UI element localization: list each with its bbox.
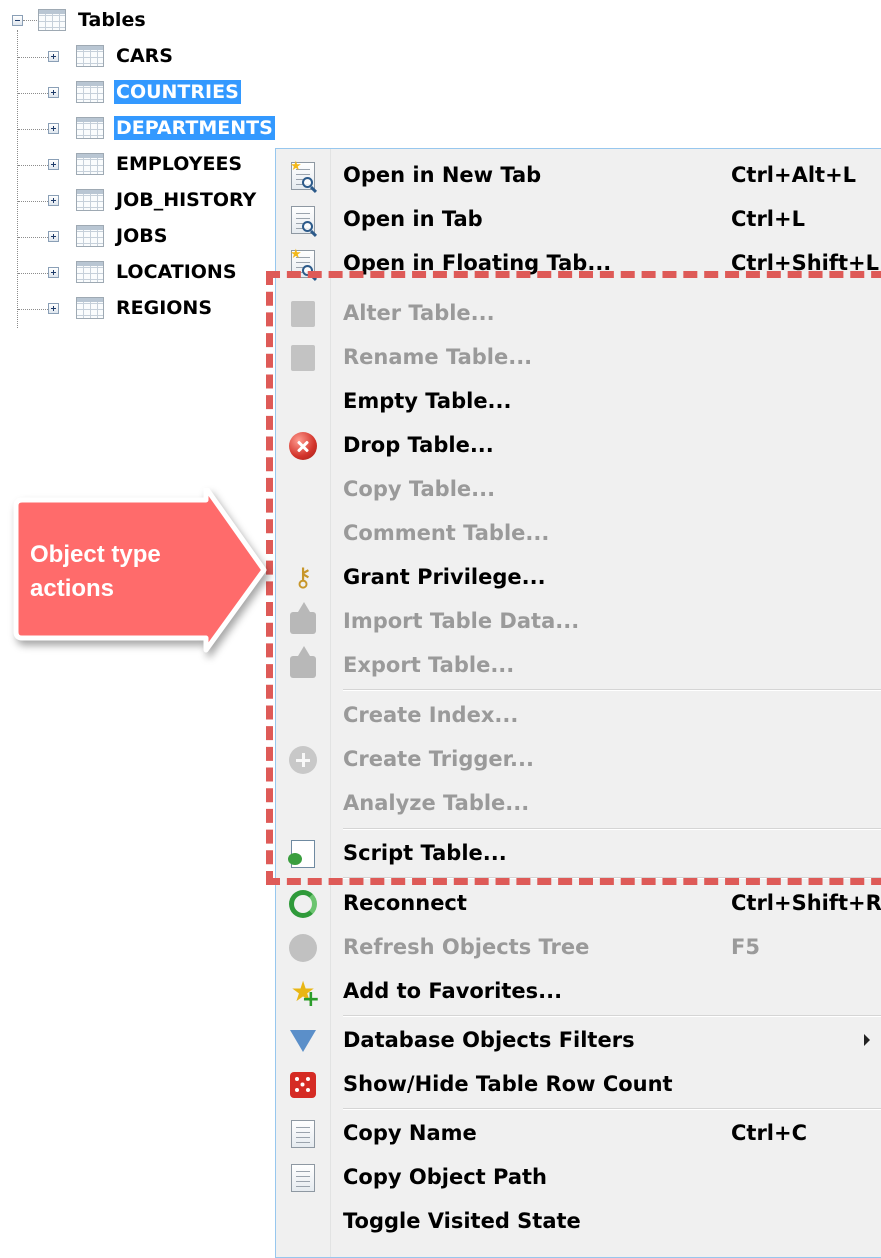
menu-item-open-in-tab[interactable]: Open in Tab Ctrl+L bbox=[276, 199, 881, 239]
tree-item-label: REGIONS bbox=[116, 297, 213, 319]
menu-item-copy-name[interactable]: Copy Name Ctrl+C bbox=[276, 1113, 881, 1153]
menu-item-shortcut: Ctrl+Shift+R bbox=[731, 891, 881, 915]
menu-item-label: Open in New Tab bbox=[343, 163, 542, 187]
menu-item-toggle-visited-state[interactable]: Toggle Visited State bbox=[276, 1201, 881, 1241]
menu-item-label: Toggle Visited State bbox=[343, 1209, 581, 1233]
annotation-text: Object type actions bbox=[30, 538, 230, 606]
tree-root-tables[interactable]: Tables bbox=[76, 8, 148, 32]
open-tab-icon bbox=[288, 205, 318, 235]
tree-connector bbox=[18, 237, 48, 238]
table-icon bbox=[76, 81, 104, 103]
dice-icon bbox=[288, 1070, 318, 1100]
menu-item-shortcut: Ctrl+C bbox=[731, 1121, 808, 1145]
tree-connector bbox=[18, 309, 48, 310]
table-icon bbox=[76, 261, 104, 283]
menu-item-reconnect[interactable]: Reconnect Ctrl+Shift+R bbox=[276, 883, 881, 923]
annotation-line-2: actions bbox=[30, 575, 115, 602]
tree-connector bbox=[18, 57, 48, 58]
expand-toggle[interactable] bbox=[48, 87, 59, 98]
menu-item-label: Copy Object Path bbox=[343, 1165, 547, 1189]
menu-item-add-to-favorites[interactable]: ★ Add to Favorites... bbox=[276, 971, 881, 1012]
reconnect-icon bbox=[288, 889, 318, 919]
object-actions-highlight-box bbox=[266, 271, 881, 885]
collapse-tables-toggle[interactable] bbox=[12, 15, 23, 26]
tree-item-label: JOB_HISTORY bbox=[116, 189, 257, 211]
refresh-icon bbox=[288, 933, 318, 963]
menu-item-label: Database Objects Filters bbox=[343, 1028, 635, 1052]
expand-toggle[interactable] bbox=[48, 303, 59, 314]
expand-toggle[interactable] bbox=[48, 231, 59, 242]
tree-item-label: DEPARTMENTS bbox=[114, 116, 275, 140]
menu-item-show-hide-row-count[interactable]: Show/Hide Table Row Count bbox=[276, 1064, 881, 1104]
menu-item-database-objects-filters[interactable]: Database Objects Filters bbox=[276, 1020, 881, 1060]
menu-item-label: Copy Name bbox=[343, 1121, 477, 1145]
tables-tree: Tables CARS COUNTRIES DEPARTMENTS EMPLOY… bbox=[0, 0, 300, 340]
tree-connector bbox=[18, 201, 48, 202]
table-icon bbox=[76, 153, 104, 175]
table-folder-icon bbox=[38, 9, 66, 31]
menu-item-label: Open in Tab bbox=[343, 207, 483, 231]
tree-connector bbox=[18, 93, 48, 94]
table-icon bbox=[76, 117, 104, 139]
tree-connector bbox=[18, 273, 48, 274]
tree-connector bbox=[18, 165, 48, 166]
submenu-arrow-icon bbox=[864, 1034, 870, 1046]
menu-item-label: Reconnect bbox=[343, 891, 467, 915]
tree-item-label: JOBS bbox=[116, 225, 168, 247]
menu-item-shortcut: Ctrl+Alt+L bbox=[731, 163, 857, 187]
menu-item-open-in-new-tab[interactable]: ★ Open in New Tab Ctrl+Alt+L bbox=[276, 155, 881, 195]
expand-toggle[interactable] bbox=[48, 195, 59, 206]
menu-item-label: Add to Favorites... bbox=[343, 979, 563, 1003]
tree-item-label: CARS bbox=[116, 45, 173, 67]
table-icon bbox=[76, 297, 104, 319]
tree-connector bbox=[18, 129, 48, 130]
menu-item-label: Show/Hide Table Row Count bbox=[343, 1072, 673, 1096]
tree-item-label: COUNTRIES bbox=[114, 80, 241, 104]
annotation-line-1: Object type bbox=[30, 541, 161, 568]
tree-item-label: EMPLOYEES bbox=[116, 153, 243, 175]
table-icon bbox=[76, 225, 104, 247]
menu-item-label: Refresh Objects Tree bbox=[343, 935, 590, 959]
tree-connector bbox=[23, 20, 37, 21]
table-icon bbox=[76, 189, 104, 211]
expand-toggle[interactable] bbox=[48, 51, 59, 62]
menu-item-refresh-objects-tree[interactable]: Refresh Objects Tree F5 bbox=[276, 927, 881, 967]
open-new-tab-icon: ★ bbox=[288, 160, 318, 191]
menu-item-shortcut: Ctrl+L bbox=[731, 207, 805, 231]
menu-item-shortcut: F5 bbox=[731, 935, 760, 959]
copy-path-icon bbox=[288, 1163, 318, 1193]
menu-item-copy-object-path[interactable]: Copy Object Path bbox=[276, 1157, 881, 1197]
tree-item-label: LOCATIONS bbox=[116, 261, 237, 283]
tree-guide-line bbox=[17, 30, 18, 328]
copy-name-icon bbox=[288, 1119, 318, 1149]
expand-toggle[interactable] bbox=[48, 267, 59, 278]
menu-separator bbox=[343, 1108, 881, 1110]
menu-separator bbox=[343, 1015, 881, 1017]
expand-toggle[interactable] bbox=[48, 159, 59, 170]
add-favorites-icon: ★ bbox=[288, 977, 320, 1012]
table-icon bbox=[76, 45, 104, 67]
expand-toggle[interactable] bbox=[48, 123, 59, 134]
filter-icon bbox=[288, 1026, 318, 1056]
